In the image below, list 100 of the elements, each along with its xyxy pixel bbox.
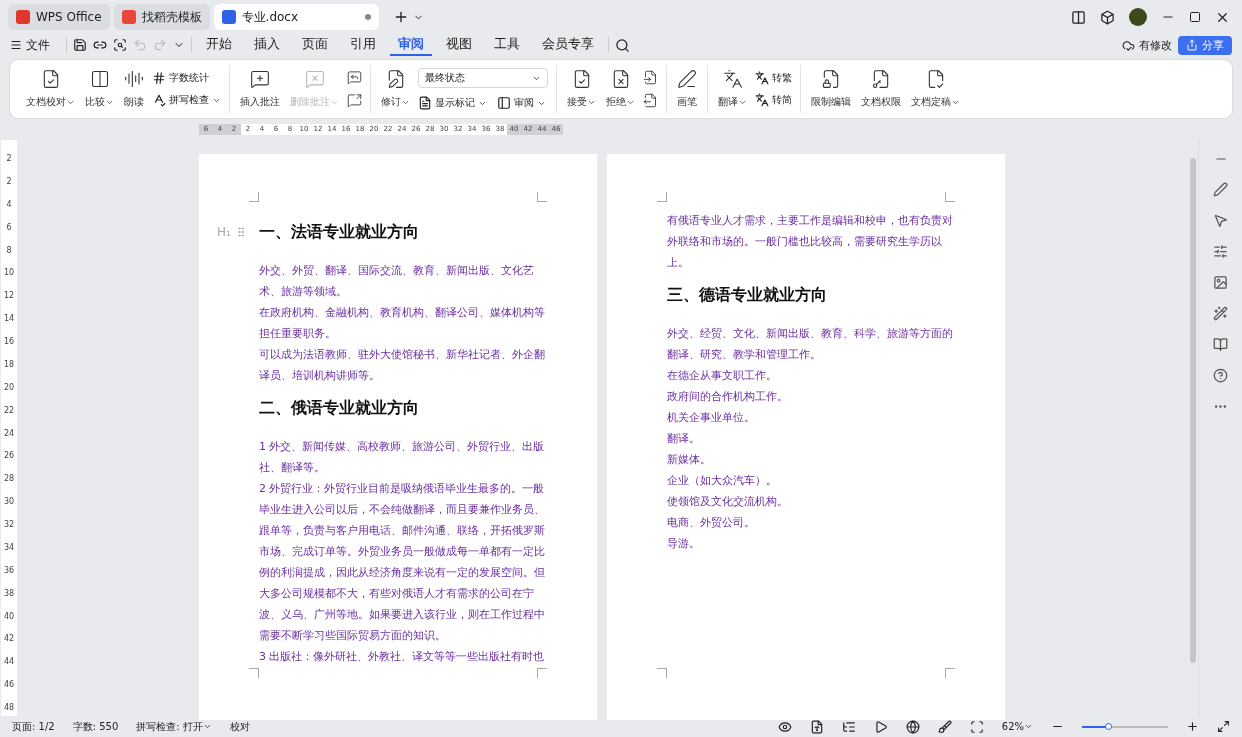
ruler-number: 10 [3,268,15,278]
ribbon-tab[interactable]: 工具 [486,34,528,56]
ribbon-tab[interactable]: 引用 [342,34,384,56]
page-count[interactable]: 页面: 1/2 [12,719,55,734]
ribbon-tab[interactable]: 视图 [438,34,480,56]
menu-icon [10,39,22,51]
search-icon[interactable] [615,37,630,53]
save-icon[interactable] [73,38,87,52]
ruler-number: 32 [3,520,15,529]
next-icon[interactable] [347,93,362,108]
image-icon[interactable] [1213,275,1228,290]
pointer-icon[interactable] [1213,213,1228,228]
ruler-number: 16 [3,337,15,346]
columns-icon [89,69,110,89]
pen-icon[interactable] [1213,182,1228,197]
paragraph: 电商、外贸公司。 [667,515,756,531]
restore-icon[interactable] [1189,11,1201,23]
ribbon-tab[interactable]: 开始 [198,34,240,56]
ribbon-tab[interactable]: 审阅 [390,34,432,56]
ribbon-button[interactable]: 插入批注 [238,69,282,109]
avatar[interactable] [1129,8,1147,26]
app-tab[interactable]: 找稻壳模板 [113,4,210,30]
paragraph: 在德企从事文职工作。 [667,368,778,384]
preview-icon[interactable] [113,38,127,52]
ruler-number: 6 [6,222,12,232]
pen-icon [677,69,697,89]
zoom-level[interactable]: 62% [1001,721,1033,732]
ribbon-small-button[interactable]: 字数统计 [152,71,221,85]
comment-add-icon [250,69,270,89]
ruler-number: 20 [3,382,15,392]
settings-icon[interactable] [1213,244,1228,259]
vertical-ruler[interactable]: 2 2 4 6 8 10 12 14 16 18 20 22 24 26 28 30 32 34 36 38 40 42 44 46 48 [1,140,17,716]
page-view-icon[interactable] [809,719,824,734]
app-logo-icon [221,10,236,24]
help-icon[interactable] [1213,368,1228,383]
ribbon-button[interactable]: 文档权限 [859,69,903,109]
ribbon-small-button[interactable]: 转简 [755,93,792,107]
zoom-slider[interactable] [1082,725,1168,728]
layout-icon[interactable] [1071,9,1086,25]
drag-handle-icon[interactable] [235,226,247,238]
link-icon[interactable] [93,38,107,52]
ruler-number: 34 [3,542,15,552]
ribbon-small-button[interactable]: 审阅 [497,96,546,110]
ruler-number: 24 [3,428,15,438]
file-menu[interactable]: 文件 [10,36,50,54]
paragraph: 政府间的合作机构工作。 [667,389,789,405]
paragraph: 机关企事业单位。 [667,410,756,426]
paragraph: 3 出版社：像外研社、外教社、译文等等一些出版社有时也 [259,649,546,665]
ribbon-tab[interactable]: 会员专享 [534,34,602,56]
ribbon-button[interactable]: 文档校对 [24,69,77,109]
book-icon[interactable] [1213,337,1228,352]
ruler-number: 12 [3,291,15,301]
unsaved-dot-icon [364,14,371,20]
zoom-in-icon[interactable] [1186,720,1199,733]
paragraph: 使领馆及文化交流机构。 [667,494,789,510]
ruler-number: 2 [6,176,12,186]
hash-icon [152,71,166,85]
ribbon-tab[interactable]: 页面 [294,34,336,56]
markup-select[interactable]: 最终状态 [418,68,548,88]
web-icon[interactable] [905,719,920,734]
ribbon-tab[interactable]: 插入 [246,34,288,56]
next-icon[interactable] [643,93,658,108]
spell-check-status[interactable]: 拼写检查: 打开 [136,719,212,734]
previous-icon[interactable] [347,70,362,85]
ribbon-small-button[interactable]: 显示标记 [418,96,487,110]
ribbon-button[interactable]: 修订 [379,69,412,109]
brush-icon[interactable] [937,719,952,734]
document-icon [418,96,432,110]
languages-icon [722,69,743,89]
outline-icon[interactable] [841,719,856,734]
ribbon-button[interactable]: 限制编辑 [809,69,853,109]
sync-status[interactable]: 有修改 [1122,37,1172,53]
ruler-number: 8 [6,245,12,255]
tools-icon[interactable] [1213,306,1228,321]
share-button[interactable]: 分享 [1178,35,1232,55]
panel-icon [497,96,511,110]
ribbon-button[interactable]: 接受 [565,69,598,109]
ribbon-small-button[interactable]: 转繁 [755,71,792,85]
ribbon-button[interactable]: 拒绝 [604,69,637,109]
proofread-link[interactable]: 校对 [229,719,250,734]
previous-icon[interactable] [643,70,658,85]
fullscreen-icon[interactable] [1217,720,1230,733]
ribbon-button[interactable]: 文档定稿 [909,69,962,109]
app-tab[interactable]: 专业.docx [213,4,379,30]
word-count[interactable]: 字数: 550 [72,719,119,734]
ribbon-small-button[interactable]: 拼写检查 [152,93,221,107]
fit-icon[interactable] [969,719,984,734]
ribbon-button[interactable]: 比较 [83,69,116,109]
paragraph: 可以成为法语教师、驻外大使馆秘书、新华社记者、外企翻译员、培训机构讲师等。 [259,347,546,384]
ribbon-button[interactable]: 画笔 [675,69,699,109]
app-tab[interactable]: WPS Office [8,4,110,30]
paragraph: 新媒体。 [667,452,712,468]
eye-icon[interactable] [777,719,792,734]
ribbon-button[interactable]: 朗读 [122,69,146,109]
document-lock-icon [821,69,841,89]
ribbon-button[interactable]: 翻译 [716,69,749,109]
cube-icon[interactable] [1100,9,1115,25]
share-icon [1186,39,1198,51]
play-icon[interactable] [873,719,888,734]
paragraph: 翻译。 [667,431,701,447]
